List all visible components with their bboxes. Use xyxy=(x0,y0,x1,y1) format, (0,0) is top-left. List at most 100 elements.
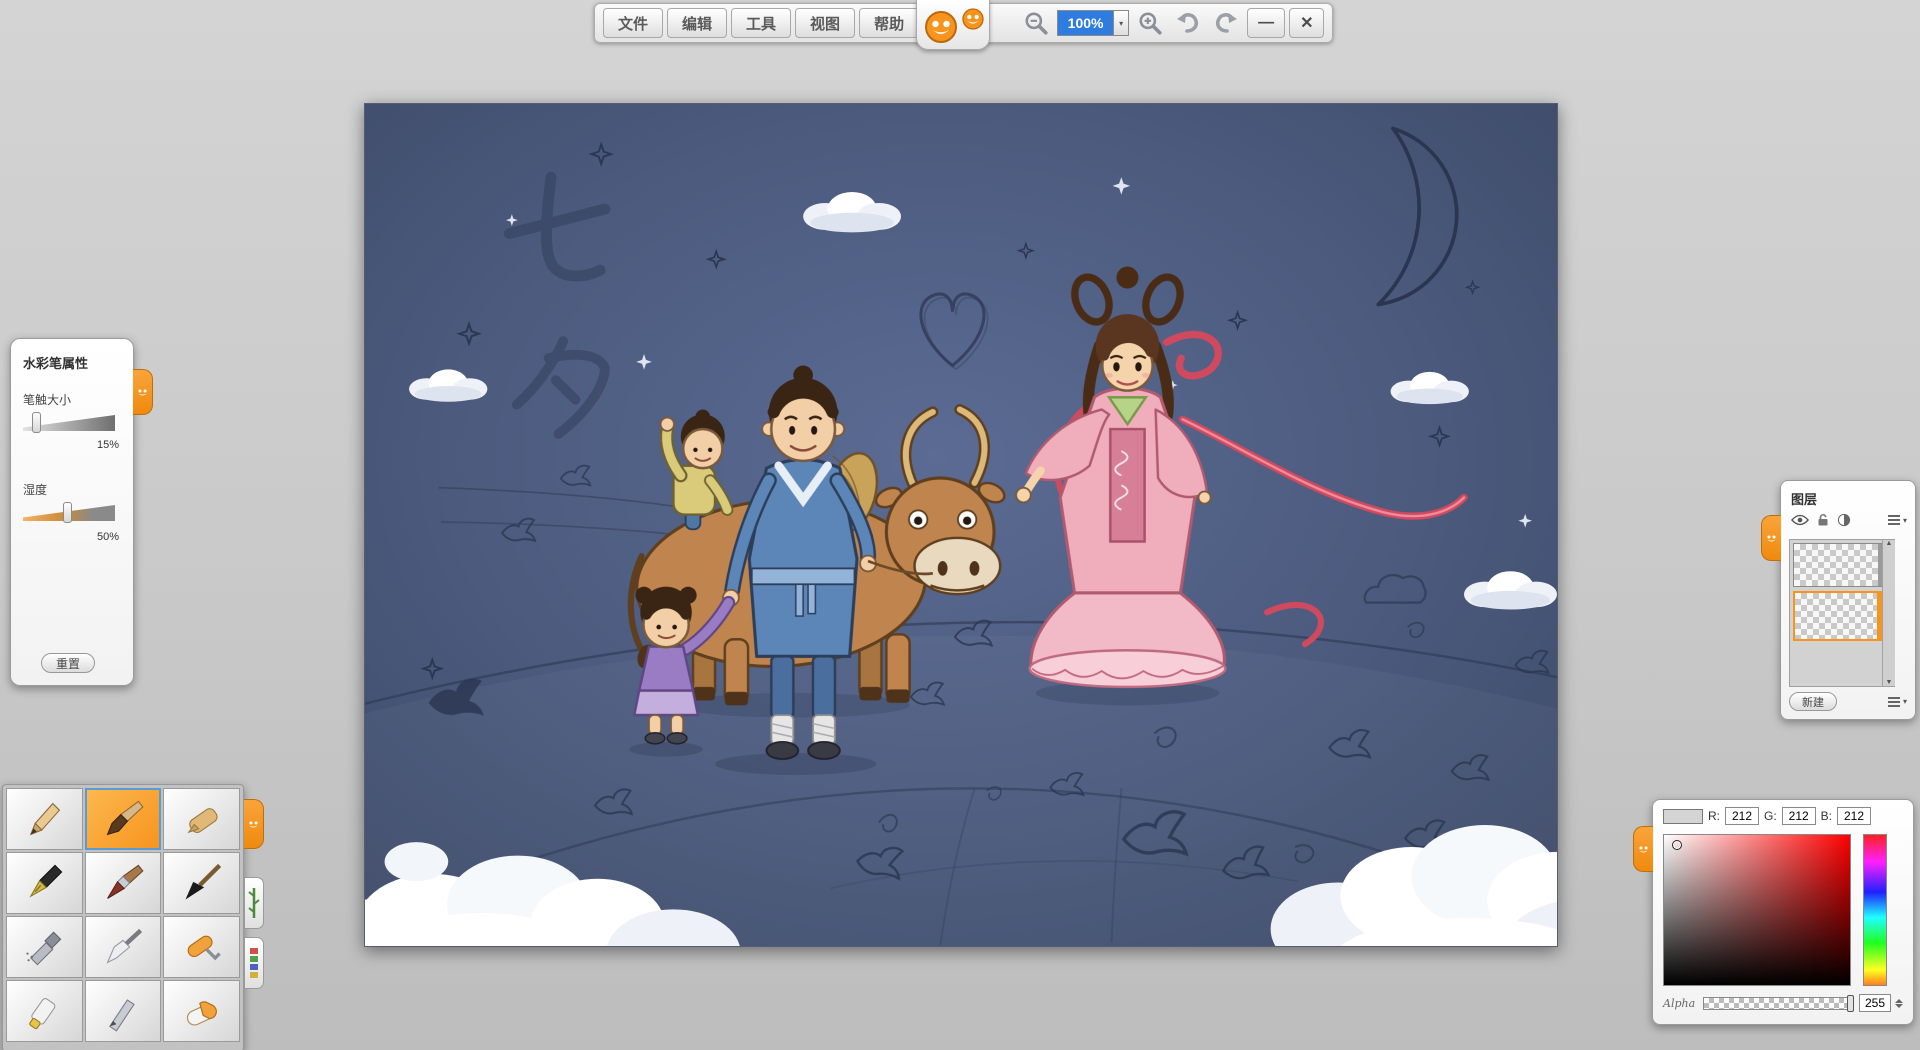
layers-panel-handle[interactable] xyxy=(1761,515,1781,561)
app-face-icon xyxy=(246,817,261,832)
tools-panel-handle[interactable] xyxy=(244,799,264,849)
minimize-button[interactable]: — xyxy=(1247,8,1285,38)
b-label: B: xyxy=(1821,809,1832,823)
list-icon xyxy=(1888,515,1900,525)
alpha-slider[interactable] xyxy=(1703,997,1853,1010)
menu-tools[interactable]: 工具 xyxy=(731,8,791,38)
eraser-icon xyxy=(180,989,224,1033)
brush-size-knob[interactable] xyxy=(32,412,41,433)
scroll-down-icon[interactable]: ▼ xyxy=(1886,679,1893,686)
blend-contrast-icon[interactable] xyxy=(1837,513,1851,527)
alpha-row: Alpha xyxy=(1663,994,1905,1012)
menu-edit[interactable]: 编辑 xyxy=(667,8,727,38)
tools-palette xyxy=(2,784,244,1050)
r-input[interactable] xyxy=(1725,807,1759,825)
tool-paint-tube[interactable] xyxy=(6,980,83,1042)
canvas[interactable] xyxy=(365,104,1557,946)
tool-airbrush[interactable] xyxy=(6,916,83,978)
app-logo-tab[interactable] xyxy=(916,0,990,50)
ink-brush-icon xyxy=(180,861,224,905)
layer-menu-button[interactable]: ▾ xyxy=(1888,697,1907,707)
layer-row-2-selected[interactable] xyxy=(1793,591,1891,641)
app-window: 文件 编辑 工具 视图 帮助 ▾ xyxy=(0,0,1920,1050)
color-panel-handle[interactable] xyxy=(1633,826,1653,872)
new-layer-button[interactable]: 新建 xyxy=(1789,692,1837,711)
dropdown-caret-icon: ▾ xyxy=(1903,697,1907,706)
fountain-pen-icon xyxy=(22,861,66,905)
layers-scrollbar[interactable]: ▲ ▼ xyxy=(1882,540,1895,686)
swatches-tab[interactable] xyxy=(244,937,264,989)
layer-controls: ▾ xyxy=(1791,513,1907,527)
metal-pen-icon xyxy=(101,989,145,1033)
airbrush-icon xyxy=(22,925,66,969)
visibility-eye-icon[interactable] xyxy=(1791,514,1809,526)
layer-thumbnail xyxy=(1794,544,1878,586)
redo-icon xyxy=(1213,10,1239,36)
zoom-out-button[interactable] xyxy=(1019,8,1053,38)
saturation-value-picker[interactable] xyxy=(1663,834,1851,986)
bamboo-brush-tab[interactable] xyxy=(244,877,264,929)
tool-pencil[interactable] xyxy=(6,788,83,850)
b-input[interactable] xyxy=(1837,807,1871,825)
tool-ink-brush[interactable] xyxy=(163,852,240,914)
layers-panel-footer: 新建 ▾ xyxy=(1789,692,1907,711)
lock-icon[interactable] xyxy=(1816,513,1830,527)
hue-slider[interactable] xyxy=(1863,834,1887,986)
dropdown-caret-icon: ▾ xyxy=(1119,19,1123,28)
magnifier-minus-icon xyxy=(1023,10,1049,36)
reset-button[interactable]: 重置 xyxy=(41,653,95,673)
tool-eraser[interactable] xyxy=(163,980,240,1042)
magnifier-plus-icon xyxy=(1137,10,1163,36)
layer-options-button[interactable]: ▾ xyxy=(1888,515,1907,525)
bamboo-icon xyxy=(247,886,261,920)
layers-panel-title: 图层 xyxy=(1791,489,1817,508)
dropdown-caret-icon: ▾ xyxy=(1903,516,1907,525)
brush-panel-title: 水彩笔属性 xyxy=(23,353,88,372)
menu-file[interactable]: 文件 xyxy=(603,8,663,38)
undo-icon xyxy=(1175,10,1201,36)
tool-palette-knife[interactable] xyxy=(85,916,162,978)
color-cursor[interactable] xyxy=(1672,840,1682,850)
alpha-handle[interactable] xyxy=(1847,995,1854,1012)
tool-paint-roller[interactable] xyxy=(163,916,240,978)
wetness-knob[interactable] xyxy=(63,502,72,523)
alpha-stepper[interactable] xyxy=(1895,999,1903,1008)
tool-fountain-pen[interactable] xyxy=(6,852,83,914)
app-face-icon xyxy=(1764,531,1779,546)
zoom-in-button[interactable] xyxy=(1133,8,1167,38)
scroll-up-icon[interactable]: ▲ xyxy=(1886,540,1893,547)
wetness-label: 湿度 xyxy=(23,481,47,498)
redo-button[interactable] xyxy=(1209,8,1243,38)
brush-size-label: 笔触大小 xyxy=(23,391,71,408)
menu-view[interactable]: 视图 xyxy=(795,8,855,38)
brush-panel-handle[interactable] xyxy=(133,369,153,415)
tool-paintbrush[interactable] xyxy=(85,852,162,914)
alpha-input[interactable] xyxy=(1859,994,1891,1012)
app-face-icon xyxy=(135,385,150,400)
close-button[interactable]: ✕ xyxy=(1289,8,1324,38)
app-face-icon xyxy=(1636,842,1651,857)
brush-size-slider[interactable] xyxy=(23,415,115,431)
crayon-icon xyxy=(180,797,224,841)
layer-row-1[interactable] xyxy=(1793,543,1891,587)
watercolor-brush-icon xyxy=(101,797,145,841)
wetness-slider[interactable] xyxy=(23,505,115,521)
tool-watercolor-brush[interactable] xyxy=(85,788,162,850)
alpha-label: Alpha xyxy=(1663,997,1697,1010)
paintbrush-icon xyxy=(101,861,145,905)
zoom-dropdown-button[interactable]: ▾ xyxy=(1113,10,1129,36)
current-color-swatch xyxy=(1663,809,1703,824)
layers-list: ▲ ▼ xyxy=(1789,539,1895,687)
list-icon xyxy=(1888,697,1900,707)
wetness-value: 50% xyxy=(23,531,119,543)
app-logo-small-icon xyxy=(961,7,985,31)
zoom-level-input[interactable] xyxy=(1057,10,1113,36)
paint-roller-icon xyxy=(180,925,224,969)
tool-metal-pen[interactable] xyxy=(85,980,162,1042)
g-input[interactable] xyxy=(1782,807,1816,825)
tool-crayon[interactable] xyxy=(163,788,240,850)
menu-help[interactable]: 帮助 xyxy=(859,8,919,38)
undo-button[interactable] xyxy=(1171,8,1205,38)
pencil-icon xyxy=(22,797,66,841)
color-swatches-icon xyxy=(248,946,260,980)
